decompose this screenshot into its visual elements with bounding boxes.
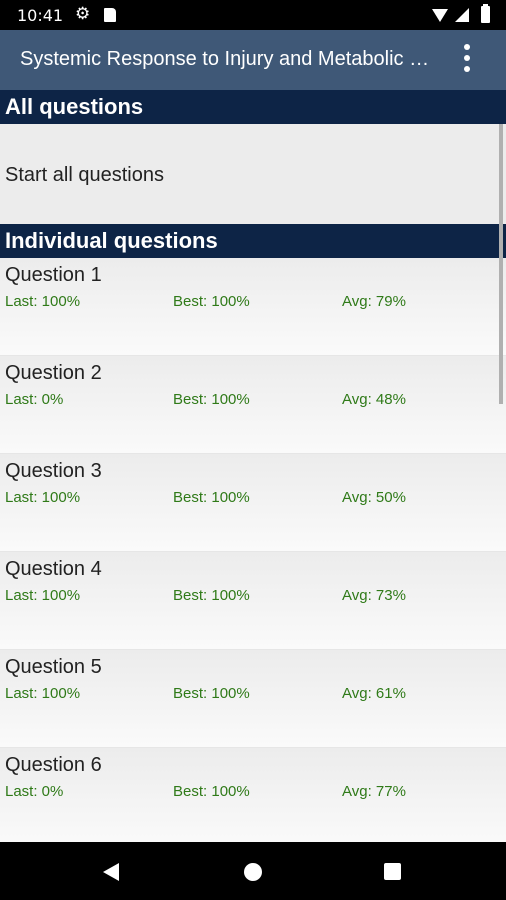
best-score: Best: 100% (173, 685, 250, 702)
best-score: Best: 100% (173, 391, 250, 408)
status-bar: 10:41 ⚙ (0, 0, 506, 30)
section-header-individual: Individual questions (0, 224, 506, 258)
avg-score: Avg: 48% (342, 391, 406, 408)
last-score: Last: 100% (5, 587, 81, 604)
question-item[interactable]: Question 4 Last: 100% Best: 100% Avg: 73… (0, 552, 506, 650)
question-item[interactable]: Question 2 Last: 0% Best: 100% Avg: 48% (0, 356, 506, 454)
question-item[interactable]: Question 3 Last: 100% Best: 100% Avg: 50… (0, 454, 506, 552)
best-score: Best: 100% (173, 293, 250, 310)
signal-icon (455, 8, 469, 22)
question-title: Question 1 (5, 264, 102, 286)
battery-icon (481, 4, 490, 23)
more-vert-icon[interactable] (458, 44, 476, 78)
gear-icon: ⚙ (75, 4, 91, 23)
question-title: Question 5 (5, 656, 102, 678)
app-bar: Systemic Response to Injury and Metaboli… (0, 30, 506, 90)
last-score: Last: 100% (5, 685, 81, 702)
recents-icon[interactable] (384, 863, 401, 880)
avg-score: Avg: 50% (342, 489, 406, 506)
best-score: Best: 100% (173, 783, 250, 800)
question-title: Question 4 (5, 558, 102, 580)
question-item[interactable]: Question 6 Last: 0% Best: 100% Avg: 77% (0, 748, 506, 846)
back-icon[interactable] (103, 863, 119, 881)
question-title: Question 2 (5, 362, 102, 384)
scrollbar-thumb[interactable] (499, 124, 503, 404)
status-time: 10:41 (17, 6, 64, 25)
best-score: Best: 100% (173, 587, 250, 604)
last-score: Last: 0% (5, 391, 64, 408)
section-header-all: All questions (0, 90, 506, 124)
wifi-icon (432, 9, 448, 22)
avg-score: Avg: 79% (342, 293, 406, 310)
best-score: Best: 100% (173, 489, 250, 506)
question-title: Question 3 (5, 460, 102, 482)
start-all-questions-button[interactable]: Start all questions (0, 124, 506, 224)
home-icon[interactable] (244, 863, 262, 881)
nav-bar (0, 842, 506, 900)
last-score: Last: 0% (5, 783, 64, 800)
question-item[interactable]: Question 5 Last: 100% Best: 100% Avg: 61… (0, 650, 506, 748)
question-title: Question 6 (5, 754, 102, 776)
question-item[interactable]: Question 1 Last: 100% Best: 100% Avg: 79… (0, 258, 506, 356)
question-list: Question 1 Last: 100% Best: 100% Avg: 79… (0, 258, 506, 846)
start-all-label: Start all questions (5, 164, 164, 186)
app-title: Systemic Response to Injury and Metaboli… (20, 48, 430, 70)
sd-card-icon (104, 8, 116, 22)
last-score: Last: 100% (5, 489, 81, 506)
avg-score: Avg: 73% (342, 587, 406, 604)
last-score: Last: 100% (5, 293, 81, 310)
avg-score: Avg: 77% (342, 783, 406, 800)
avg-score: Avg: 61% (342, 685, 406, 702)
